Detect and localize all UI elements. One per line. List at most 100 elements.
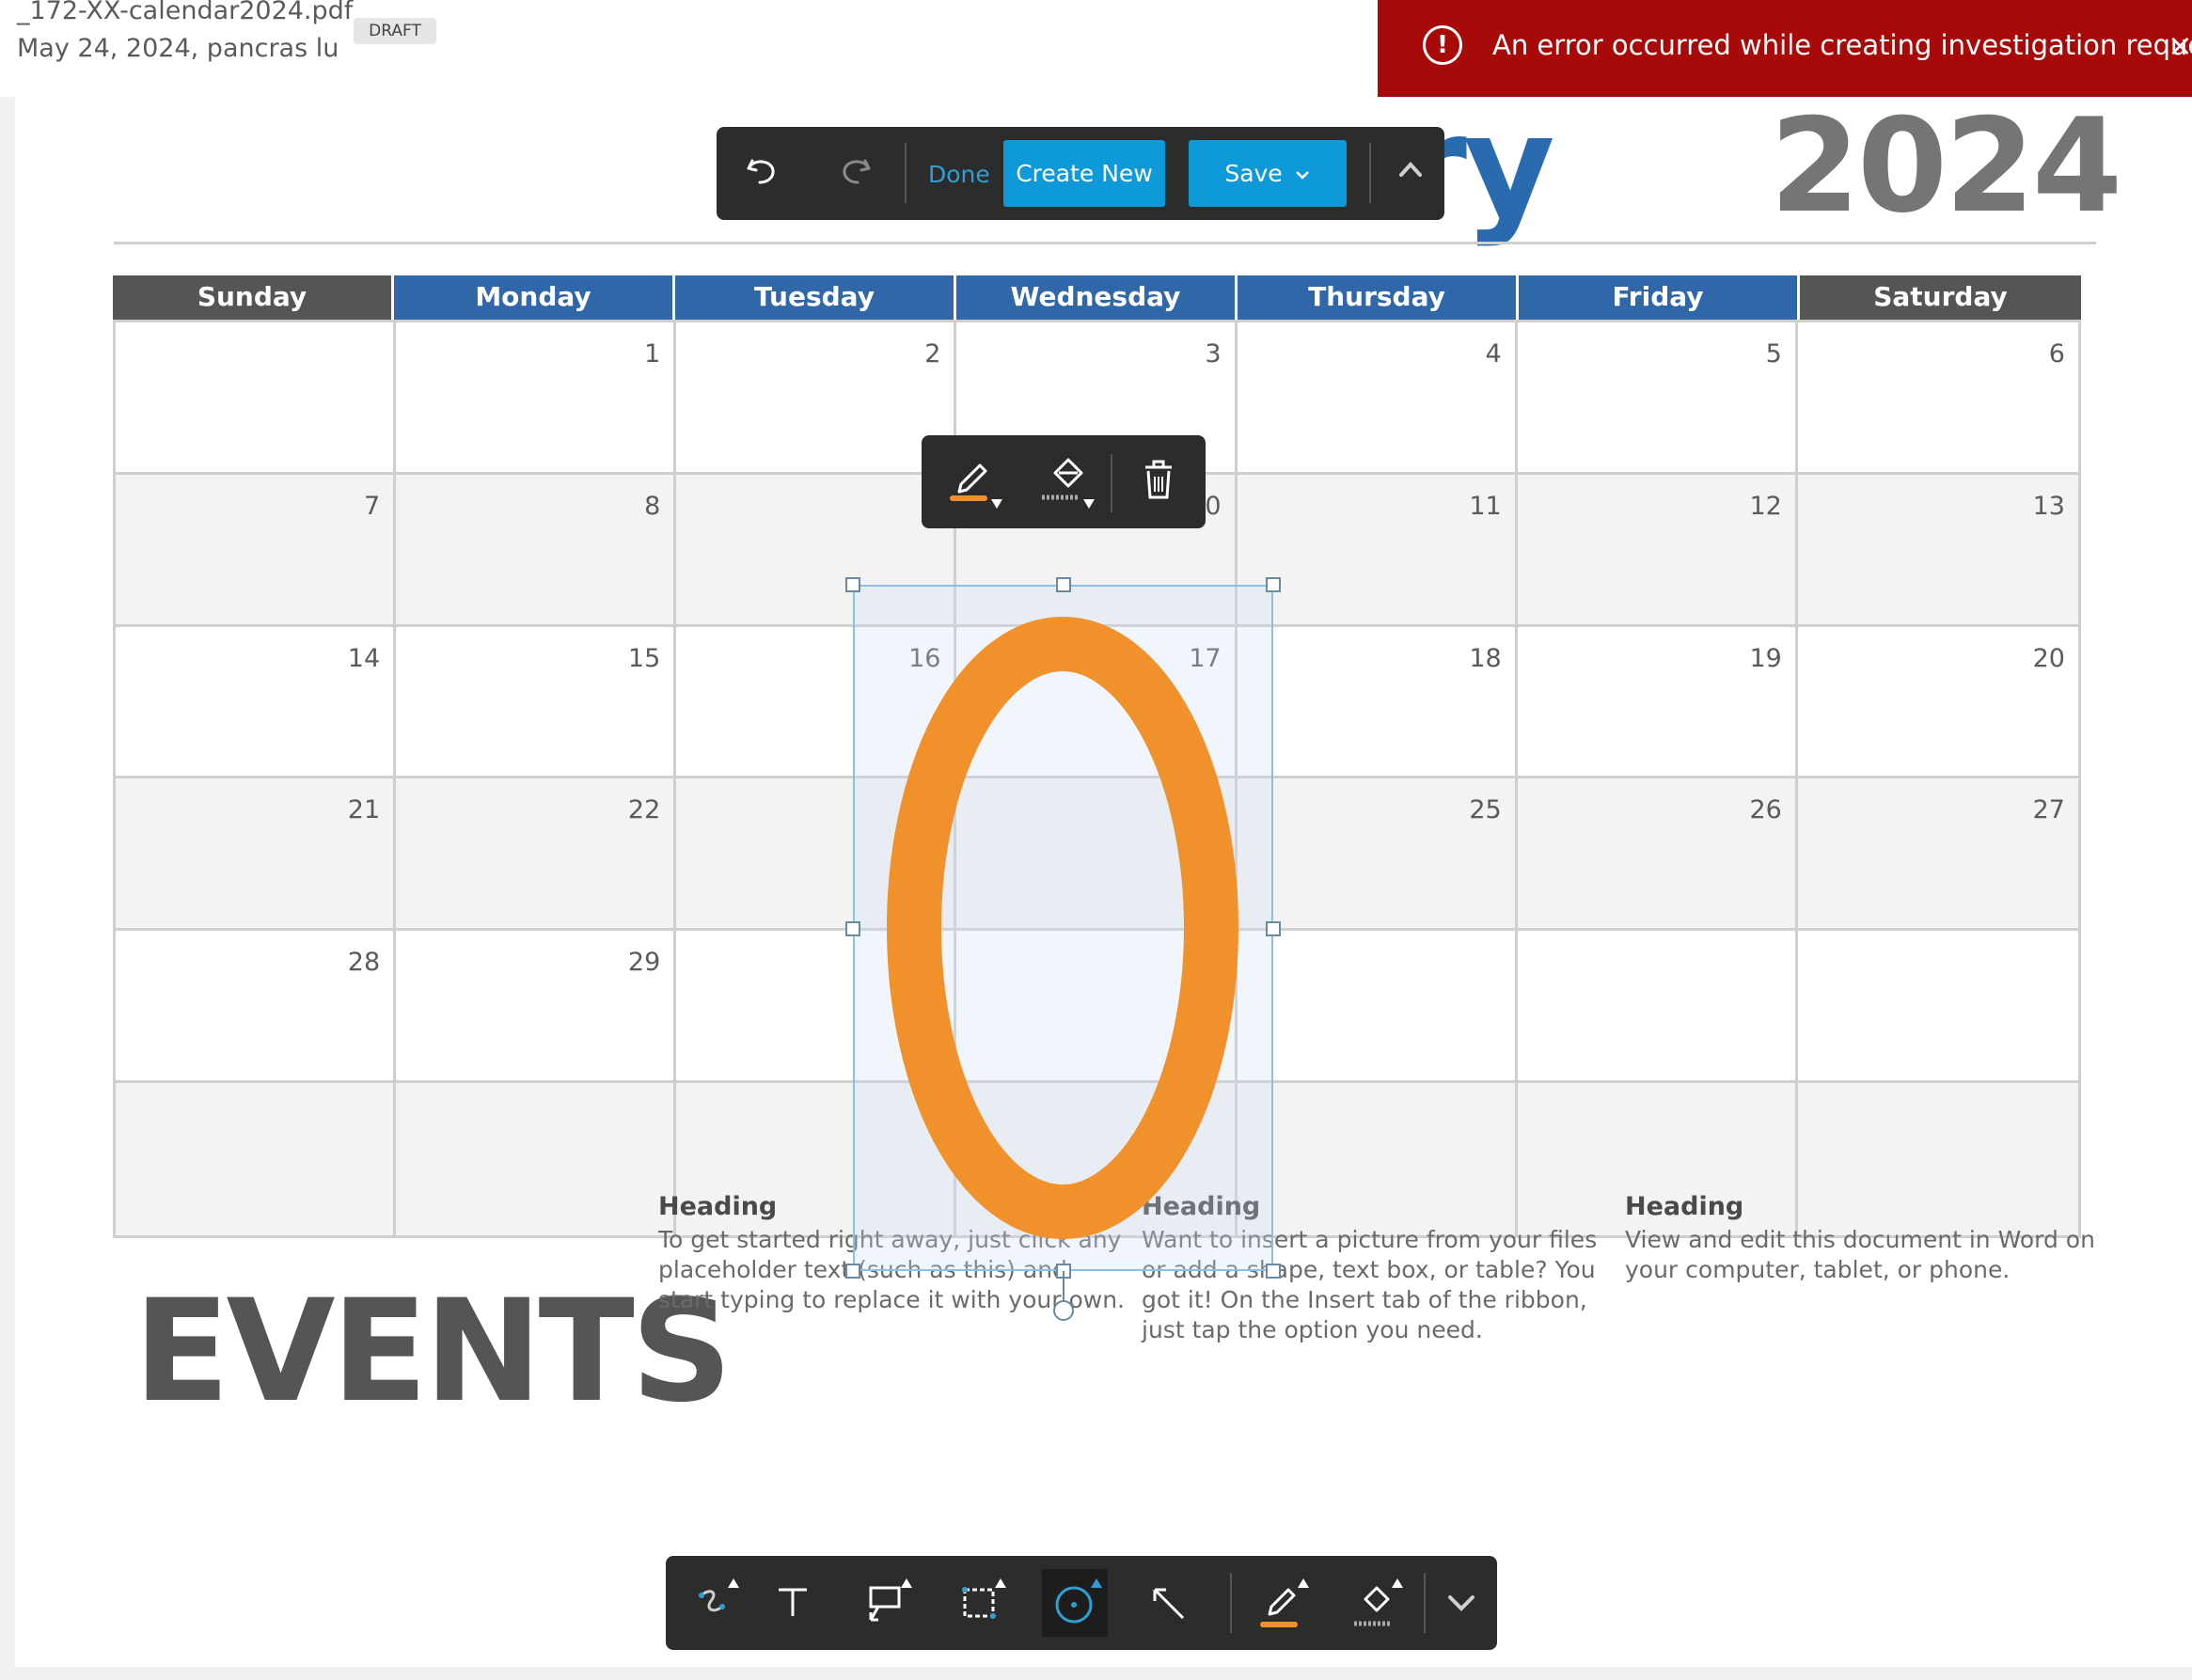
day-number: 1 (644, 339, 661, 369)
day-number: 27 (2032, 795, 2065, 825)
done-button[interactable]: Done (928, 161, 990, 188)
calendar-cell: 29 (396, 931, 677, 1084)
calendar-cell: 5 (1517, 322, 1798, 475)
document-meta: May 24, 2024, pancras lu (17, 34, 339, 63)
trash-icon[interactable] (1140, 456, 1177, 503)
day-number: 26 (1749, 795, 1782, 825)
toolbar-divider (1369, 143, 1371, 203)
undo-icon[interactable] (743, 151, 781, 189)
calendar-cell (116, 1083, 397, 1235)
day-header-tuesday: Tuesday (675, 275, 956, 320)
calendar-cell (1517, 931, 1798, 1084)
toolbar-divider (1230, 1573, 1232, 1633)
day-number: 14 (347, 643, 381, 673)
resize-handle[interactable] (1266, 1264, 1281, 1279)
day-number: 20 (2032, 643, 2065, 673)
day-number: 5 (1765, 339, 1782, 369)
day-header-wednesday: Wednesday (956, 275, 1238, 320)
toolbar-divider (1424, 1573, 1426, 1633)
edit-toolbar: Done Create New Save (717, 127, 1444, 220)
chevron-down-icon (1295, 171, 1309, 180)
calendar-cell (1797, 931, 2078, 1084)
document-header: _172-XX-calendar2024.pdf May 24, 2024, p… (0, 0, 1378, 97)
calendar-cell: 8 (396, 474, 677, 627)
calendar-cell: 1 (396, 322, 677, 475)
error-message: An error occurred while creating investi… (1492, 29, 2192, 61)
error-toast: ! An error occurred while creating inves… (1378, 0, 2192, 97)
calendar-cell: 11 (1237, 474, 1518, 627)
calendar-cell: 27 (1797, 778, 2078, 932)
calendar-cell: 20 (1797, 627, 2078, 779)
calendar-cell: 4 (1237, 322, 1518, 475)
calendar-day-header: Sunday Monday Tuesday Wednesday Thursday… (113, 275, 2081, 320)
events-title: EVENTS (134, 1270, 733, 1434)
callout-icon[interactable] (854, 1569, 920, 1637)
events-heading: Heading (1625, 1192, 1744, 1221)
toolbar-divider (905, 143, 907, 203)
day-header-monday: Monday (394, 275, 675, 320)
day-header-friday: Friday (1519, 275, 1800, 320)
close-icon[interactable]: × (2168, 28, 2192, 62)
day-number: 15 (627, 643, 661, 673)
chevron-up-icon[interactable] (1394, 153, 1427, 187)
toolbar-divider (1111, 454, 1112, 512)
calendar-cell: 6 (1797, 322, 2078, 475)
day-number: 25 (1469, 795, 1502, 825)
day-number: 2 (924, 339, 941, 369)
calendar-cell: 18 (1237, 626, 1518, 779)
day-number: 3 (1205, 339, 1222, 369)
ellipse-annotation[interactable] (884, 616, 1241, 1241)
resize-handle[interactable] (1266, 577, 1281, 592)
resize-handle[interactable] (845, 921, 860, 936)
day-number: 8 (644, 491, 661, 521)
save-button[interactable]: Save (1189, 140, 1347, 207)
fill-color-icon[interactable] (1343, 1569, 1409, 1637)
text-tool-icon[interactable] (760, 1569, 826, 1637)
ellipse-tool-icon[interactable] (1042, 1569, 1108, 1637)
day-number: 22 (627, 795, 661, 825)
day-number: 28 (347, 948, 381, 978)
shape-context-toolbar (922, 435, 1206, 528)
calendar-cell: 26 (1517, 778, 1798, 932)
freehand-draw-icon[interactable] (685, 1569, 750, 1637)
create-new-button[interactable]: Create New (1003, 140, 1165, 207)
calendar-cell: 12 (1517, 474, 1798, 627)
calendar-cell: 19 (1517, 626, 1798, 779)
annotation-toolbar (666, 1556, 1497, 1650)
calendar-cell (1237, 931, 1518, 1084)
day-number: 4 (1485, 339, 1502, 369)
pen-color-icon[interactable] (1249, 1569, 1315, 1637)
area-select-icon[interactable] (948, 1569, 1014, 1637)
events-column: Heading View and edit this document in W… (1625, 1192, 2095, 1285)
rotation-connector (1063, 1271, 1064, 1302)
day-number: 18 (1469, 643, 1502, 673)
day-number: 19 (1749, 643, 1782, 673)
resize-handle[interactable] (1056, 577, 1071, 592)
error-icon: ! (1423, 25, 1462, 65)
resize-handle[interactable] (845, 1264, 860, 1279)
draft-badge: DRAFT (354, 18, 436, 44)
day-header-saturday: Saturday (1800, 275, 2081, 320)
year-title: 2024 (1770, 90, 2122, 242)
day-number: 12 (1749, 491, 1782, 521)
pen-icon[interactable] (948, 452, 1008, 512)
arrow-tool-icon[interactable] (1136, 1569, 1202, 1637)
day-number: 6 (2048, 339, 2065, 369)
day-number: 0 (1205, 491, 1222, 521)
calendar-cell (396, 1083, 677, 1235)
title-divider (114, 242, 2096, 244)
day-number: 11 (1469, 491, 1502, 521)
resize-handle[interactable] (845, 577, 860, 592)
calendar-cell: 13 (1797, 474, 2078, 627)
day-number: 7 (363, 491, 381, 521)
calendar-cell: 14 (116, 626, 397, 779)
events-text: View and edit this document in Word on y… (1625, 1226, 2095, 1283)
document-filename: _172-XX-calendar2024.pdf (17, 0, 354, 25)
redo-icon[interactable] (837, 151, 875, 189)
calendar-cell: 25 (1237, 778, 1518, 932)
chevron-down-icon[interactable] (1429, 1569, 1495, 1637)
rotation-handle[interactable] (1053, 1300, 1074, 1321)
calendar-cell (116, 322, 397, 475)
resize-handle[interactable] (1266, 921, 1281, 936)
fill-bucket-icon[interactable] (1038, 450, 1100, 512)
